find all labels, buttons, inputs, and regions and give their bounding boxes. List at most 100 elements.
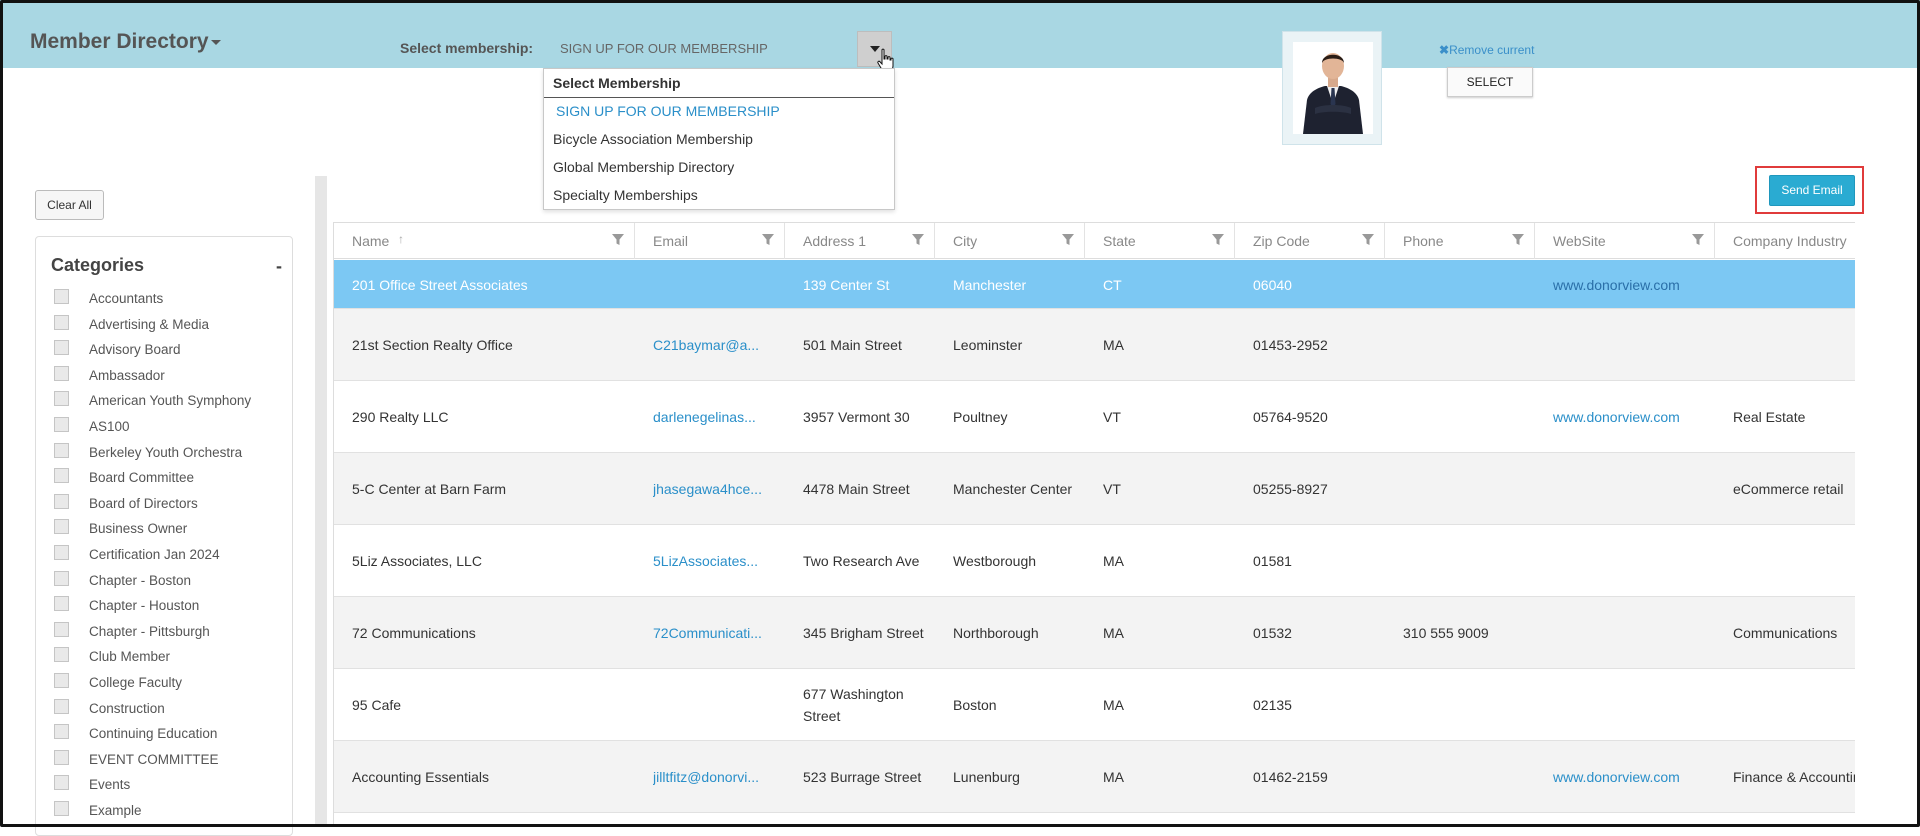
cell-industry: Communications (1733, 625, 1838, 641)
category-checkbox[interactable] (54, 340, 69, 356)
category-label: Club Member (89, 649, 171, 665)
cell-website[interactable]: www.donorview.com (1553, 381, 1713, 453)
category-checkbox[interactable] (54, 775, 69, 791)
column-title: WebSite (1553, 233, 1606, 249)
category-checkbox[interactable] (54, 493, 69, 509)
category-checkbox[interactable] (54, 289, 69, 304)
category-checkbox[interactable] (54, 673, 69, 688)
category-checkbox[interactable] (54, 365, 69, 381)
column-header-city[interactable]: City (935, 223, 1085, 259)
category-checkbox[interactable] (54, 545, 69, 560)
cell-website[interactable] (1553, 453, 1713, 525)
category-checkbox[interactable] (54, 749, 69, 765)
dropdown-option[interactable]: SIGN UP FOR OUR MEMBERSHIP (556, 103, 780, 119)
cell-address: Two Research Ave (803, 553, 920, 569)
table-row[interactable]: 290 Realty LLC darlenegelinas... 3957 Verm… (334, 381, 1855, 453)
cell-address: 677 Washington Street (803, 686, 904, 724)
category-checkbox[interactable] (54, 801, 69, 816)
cell-website[interactable] (1553, 525, 1713, 597)
category-checkbox[interactable] (54, 724, 69, 740)
app-title[interactable]: Member Directory (30, 30, 209, 54)
cell-email[interactable] (653, 669, 779, 741)
cell-name: 21st Section Realty Office (352, 337, 513, 353)
category-checkbox[interactable] (54, 391, 69, 407)
member-table: Name ↑ Email Address 1 City State Zip Co… (333, 222, 1855, 827)
table-row[interactable]: 5-C Center at Barn Farm jhasegawa4hce... 4… (334, 453, 1855, 525)
filter-icon[interactable] (762, 234, 774, 246)
category-checkbox[interactable] (54, 647, 69, 663)
table-row[interactable]: 72 Communications 72Communicati... 345 Bri… (334, 597, 1855, 669)
title-caret-icon[interactable] (211, 40, 221, 45)
column-header-website[interactable]: WebSite (1535, 223, 1715, 259)
category-checkbox[interactable] (54, 442, 69, 458)
category-checkbox[interactable] (54, 468, 69, 484)
send-email-button[interactable]: Send Email (1769, 175, 1855, 206)
cell-phone (1403, 525, 1531, 597)
cell-email[interactable]: jhasegawa4hce... (653, 453, 779, 525)
dropdown-option[interactable]: Global Membership Directory (553, 159, 734, 175)
cell-state: MA (1103, 769, 1124, 785)
cell-state: MA (1103, 337, 1124, 353)
column-header-state[interactable]: State (1085, 223, 1235, 259)
table-row-selected[interactable]: 201 Office Street Associates 139 Center S… (334, 260, 1855, 309)
column-header-phone[interactable]: Phone (1385, 223, 1535, 259)
category-checkbox[interactable] (54, 570, 69, 586)
filter-icon[interactable] (912, 234, 924, 246)
table-row[interactable]: 5Liz Associates, LLC 5LizAssociates... Two… (334, 525, 1855, 597)
dropdown-option[interactable]: Specialty Memberships (553, 187, 698, 203)
column-title: Company Industry (1733, 233, 1847, 249)
column-header-industry[interactable]: Company Industry (1715, 223, 1855, 259)
cell-website[interactable] (1553, 309, 1713, 381)
collapse-icon[interactable]: - (276, 256, 282, 277)
cell-email[interactable]: darlenegelinas... (653, 381, 779, 453)
table-row[interactable]: Accounting Essentials jilltfitz@donorvi..… (334, 741, 1855, 813)
category-checkbox[interactable] (54, 621, 69, 637)
category-checkbox[interactable] (54, 596, 69, 612)
category-label: Accountants (89, 291, 164, 306)
membership-label: Select membership: (400, 40, 534, 56)
column-header-zip[interactable]: Zip Code (1235, 223, 1385, 259)
cell-phone (1403, 309, 1531, 381)
cell-state: MA (1103, 625, 1124, 641)
sort-up-icon[interactable]: ↑ (398, 232, 404, 246)
filter-icon[interactable] (1692, 234, 1704, 246)
filter-icon[interactable] (1212, 234, 1224, 246)
sidebar-scrollbar[interactable] (315, 176, 327, 827)
select-button[interactable]: SELECT (1447, 67, 1533, 97)
cell-website[interactable] (1553, 669, 1713, 741)
profile-photo[interactable] (1282, 31, 1382, 145)
cell-email[interactable]: jilltfitz@donorvi... (653, 741, 779, 813)
cell-email[interactable]: 72Communicati... (653, 597, 779, 669)
dropdown-option[interactable]: Bicycle Association Membership (553, 131, 753, 147)
table-row[interactable]: 21st Section Realty Office C21baymar@a...… (334, 309, 1855, 381)
clear-all-button[interactable]: Clear All (35, 190, 104, 220)
column-header-name[interactable]: Name ↑ (334, 223, 635, 259)
cell-website[interactable] (1553, 597, 1713, 669)
cell-website[interactable]: www.donorview.com (1553, 260, 1713, 309)
categories-title: Categories (51, 255, 145, 275)
cell-name: 5-C Center at Barn Farm (352, 481, 507, 497)
category-label: Construction (89, 700, 165, 716)
table-row[interactable]: 95 Cafe 677 Washington Street Boston MA 0213… (334, 669, 1855, 741)
filter-icon[interactable] (612, 234, 624, 246)
cell-zip: 05255-8927 (1253, 481, 1328, 497)
remove-current-link[interactable]: ✖Remove current (1439, 43, 1534, 57)
column-header-address[interactable]: Address 1 (785, 223, 935, 259)
cell-email[interactable]: 5LizAssociates... (653, 525, 779, 597)
cell-phone (1403, 453, 1531, 525)
column-header-email[interactable]: Email (635, 223, 785, 259)
cell-email[interactable] (653, 260, 779, 309)
filter-icon[interactable] (1512, 234, 1524, 246)
membership-select-value[interactable]: SIGN UP FOR OUR MEMBERSHIP (560, 41, 768, 56)
cell-name: 290 Realty LLC (352, 409, 449, 425)
cell-address: 523 Burrage Street (803, 769, 922, 785)
filter-icon[interactable] (1062, 234, 1074, 246)
category-checkbox[interactable] (54, 519, 69, 535)
category-checkbox[interactable] (54, 698, 69, 714)
filter-icon[interactable] (1362, 234, 1374, 246)
category-checkbox[interactable] (54, 417, 69, 432)
cell-website[interactable]: www.donorview.com (1553, 741, 1713, 813)
cell-email[interactable]: C21baymar@a... (653, 309, 779, 381)
category-checkbox[interactable] (54, 314, 69, 330)
category-label: Events (89, 777, 131, 793)
